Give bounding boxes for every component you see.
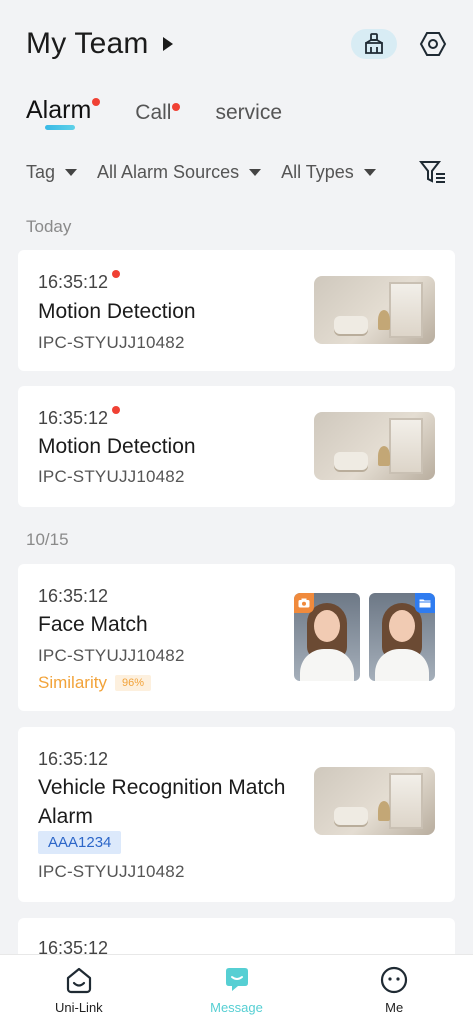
folder-glyph [419, 599, 431, 608]
tab-call-unread-dot [172, 103, 181, 111]
unread-dot [112, 270, 121, 278]
nav-me[interactable]: Me [315, 955, 473, 1024]
broom-icon [365, 33, 383, 54]
nav-uni-link[interactable]: Uni-Link [0, 955, 158, 1024]
alarm-source-filter-dropdown[interactable]: All Alarm Sources [97, 161, 262, 183]
page-title[interactable]: My Team [26, 27, 149, 61]
similarity-row: Similarity 96% [38, 673, 151, 693]
face-head [314, 610, 340, 642]
tab-alarm[interactable]: Alarm [26, 96, 101, 130]
tab-call[interactable]: Call [135, 101, 181, 125]
room-plant [378, 310, 390, 330]
camera-icon [294, 593, 314, 613]
alarm-time: 16:35:12 [38, 586, 109, 606]
tag-filter-label: Tag [26, 161, 56, 182]
filter-icon[interactable] [419, 158, 447, 186]
room-window [389, 773, 423, 829]
alarm-device: IPC-STYUJJ10482 [38, 467, 185, 486]
home-icon [66, 967, 91, 994]
unread-dot [112, 406, 121, 414]
bottom-navigation: Uni-Link Message Me [0, 954, 473, 1024]
alarm-title: Motion Detection [38, 435, 196, 458]
room-sofa [334, 316, 368, 334]
caret-down-icon [65, 168, 78, 176]
nav-uni-link-label: Uni-Link [54, 1000, 103, 1015]
room-window [389, 418, 423, 474]
alarm-card[interactable]: 16:35:12 Face Match IPC-STYUJJ10482 Simi… [18, 564, 455, 711]
face-body [375, 649, 429, 681]
room-plant [378, 446, 390, 466]
gear-icon [419, 32, 447, 56]
type-filter-dropdown[interactable]: All Types [281, 162, 376, 183]
alarm-device: IPC-STYUJJ10482 [38, 333, 185, 352]
folder-icon [415, 593, 435, 613]
nav-me-label: Me [385, 1000, 404, 1015]
room-sofa [334, 452, 368, 470]
captured-face-image[interactable] [294, 593, 360, 681]
alarm-time: 16:35:12 [38, 270, 121, 293]
type-filter-label: All Types [281, 161, 354, 182]
section-label-today: Today [26, 217, 72, 236]
settings-button[interactable] [417, 28, 449, 60]
team-switch-arrow-icon[interactable] [162, 37, 173, 51]
room-sofa [334, 807, 368, 825]
tab-alarm-label: Alarm [26, 96, 92, 124]
header-actions [351, 28, 449, 60]
library-face-image[interactable] [369, 593, 435, 681]
header: My Team [26, 24, 449, 64]
tab-call-label: Call [135, 101, 172, 124]
camera-glyph [298, 598, 310, 608]
face-head [389, 610, 415, 642]
alarm-device: IPC-STYUJJ10482 [38, 646, 185, 665]
tab-service-label: service [215, 101, 283, 124]
alarm-card[interactable]: 16:35:12 Vehicle Recognition Match Alarm… [18, 727, 455, 902]
caret-down-icon [249, 168, 262, 176]
alarm-title: Vehicle Recognition Match [38, 776, 286, 799]
filter-bar: Tag All Alarm Sources All Types [26, 158, 447, 186]
message-icon [225, 968, 248, 991]
caret-down-icon [363, 168, 376, 176]
room-window [389, 282, 423, 338]
alarm-snapshot-thumbnail[interactable] [314, 767, 435, 835]
alarm-card[interactable]: 16:35:12 Motion Detection IPC-STYUJJ1048… [18, 386, 455, 507]
alarm-title: Motion Detection [38, 300, 196, 323]
alarm-title-line2: Alarm [38, 805, 93, 828]
alarm-snapshot-thumbnail[interactable] [314, 412, 435, 480]
similarity-badge: 96% [114, 675, 151, 691]
alarm-time: 16:35:12 [38, 406, 121, 429]
profile-icon [381, 966, 408, 994]
face-body [300, 649, 354, 681]
license-plate-badge: AAA1234 [38, 831, 122, 854]
alarm-title: Face Match [38, 613, 148, 636]
nav-message[interactable]: Message [158, 955, 316, 1024]
room-plant [378, 801, 390, 821]
tag-filter-dropdown[interactable]: Tag [26, 161, 78, 183]
section-label-date: 10/15 [26, 530, 69, 549]
tab-bar: Alarm Call service [26, 96, 326, 130]
clear-all-button[interactable] [351, 29, 397, 59]
alarm-time: 16:35:12 [38, 749, 109, 769]
alarm-card[interactable]: 16:35:12 Motion Detection IPC-STYUJJ1048… [18, 250, 455, 371]
tab-active-indicator [45, 125, 75, 130]
tab-alarm-unread-dot [92, 98, 101, 106]
alarm-device: IPC-STYUJJ10482 [38, 862, 185, 881]
nav-message-label: Message [210, 1000, 263, 1015]
similarity-label: Similarity [38, 673, 107, 692]
alarm-snapshot-thumbnail[interactable] [314, 276, 435, 344]
alarm-source-filter-label: All Alarm Sources [97, 161, 240, 182]
tab-service[interactable]: service [215, 101, 282, 125]
